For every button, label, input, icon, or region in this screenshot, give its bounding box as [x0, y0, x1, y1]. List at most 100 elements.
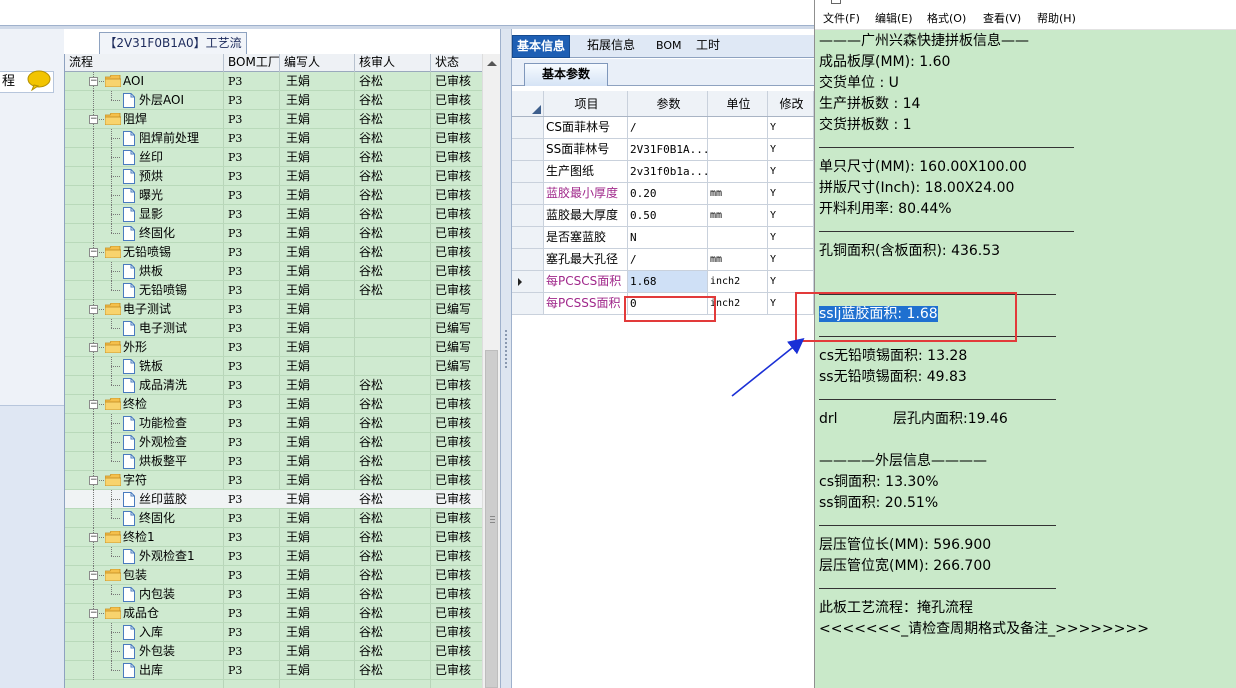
table-row[interactable]: 烘板整平 P3 王娟 谷松 已审核: [65, 452, 483, 471]
tree-cell[interactable]: 外观检查: [65, 433, 223, 452]
reviewer-cell[interactable]: 谷松: [357, 148, 427, 167]
menu-format[interactable]: 格式(O): [927, 11, 966, 27]
status-cell[interactable]: 已审核: [433, 205, 483, 224]
expander-icon[interactable]: −: [89, 305, 98, 314]
row-header-cell[interactable]: [512, 249, 544, 270]
author-cell[interactable]: 王娟: [283, 509, 353, 528]
tree-scrollbar[interactable]: [482, 54, 500, 688]
param-modify-cell[interactable]: Y: [768, 271, 814, 292]
status-cell[interactable]: 已审核: [433, 167, 483, 186]
param-header-modify[interactable]: 修改: [768, 91, 814, 116]
reviewer-cell[interactable]: 谷松: [357, 452, 427, 471]
param-value-cell[interactable]: 2v31f0b1a...: [628, 161, 708, 182]
tree-cell[interactable]: − 无铅喷锡: [65, 243, 223, 262]
row-header-cell[interactable]: [512, 117, 544, 138]
bom-cell[interactable]: P3: [225, 566, 275, 585]
param-item-cell[interactable]: 蓝胶最大厚度: [544, 205, 628, 226]
reviewer-cell[interactable]: 谷松: [357, 281, 427, 300]
tab-basic-info[interactable]: 基本信息: [512, 35, 571, 58]
bom-cell[interactable]: P3: [225, 585, 275, 604]
param-row[interactable]: 每PCSCS面积 1.68 inch2 Y: [512, 271, 814, 293]
status-cell[interactable]: 已审核: [433, 224, 483, 243]
bom-cell[interactable]: P3: [225, 281, 275, 300]
bom-cell[interactable]: P3: [225, 395, 275, 414]
status-cell[interactable]: 已审核: [433, 471, 483, 490]
status-cell[interactable]: 已审核: [433, 452, 483, 471]
param-row[interactable]: SS面菲林号 2V31F0B1A... Y: [512, 139, 814, 161]
tree-cell[interactable]: 铣板: [65, 357, 223, 376]
author-cell[interactable]: 王娟: [283, 490, 353, 509]
tree-cell[interactable]: − 字符: [65, 471, 223, 490]
tree-cell[interactable]: − 外形: [65, 338, 223, 357]
param-header-value[interactable]: 参数: [628, 91, 708, 116]
reviewer-cell[interactable]: 谷松: [357, 528, 427, 547]
expander-icon[interactable]: −: [89, 476, 98, 485]
reviewer-cell[interactable]: 谷松: [357, 262, 427, 281]
chat-bubble-icon[interactable]: [26, 69, 52, 91]
tree-cell[interactable]: 成品清洗: [65, 376, 223, 395]
author-cell[interactable]: 王娟: [283, 300, 353, 319]
reviewer-cell[interactable]: [357, 357, 427, 376]
author-cell[interactable]: 王娟: [283, 72, 353, 91]
tree-cell[interactable]: 烘板整平: [65, 452, 223, 471]
bom-cell[interactable]: P3: [225, 148, 275, 167]
menu-edit[interactable]: 编辑(E): [875, 11, 913, 27]
status-cell[interactable]: 已审核: [433, 110, 483, 129]
param-unit-cell[interactable]: mm: [708, 249, 768, 270]
bom-cell[interactable]: P3: [225, 243, 275, 262]
param-row[interactable]: CS面菲林号 / Y: [512, 117, 814, 139]
author-cell[interactable]: 王娟: [283, 319, 353, 338]
tree-cell[interactable]: 显影: [65, 205, 223, 224]
param-modify-cell[interactable]: Y: [768, 139, 814, 160]
param-modify-cell[interactable]: Y: [768, 117, 814, 138]
table-row[interactable]: − 终检1 P3 王娟 谷松 已审核: [65, 528, 483, 547]
status-cell[interactable]: 已审核: [433, 490, 483, 509]
bom-cell[interactable]: P3: [225, 205, 275, 224]
param-item-cell[interactable]: SS面菲林号: [544, 139, 628, 160]
status-cell[interactable]: 已审核: [433, 623, 483, 642]
status-cell[interactable]: 已审核: [433, 585, 483, 604]
status-cell[interactable]: 已编写: [433, 357, 483, 376]
param-unit-cell[interactable]: [708, 117, 768, 138]
reviewer-cell[interactable]: 谷松: [357, 566, 427, 585]
table-row[interactable]: − 外形 P3 王娟 已编写: [65, 338, 483, 357]
param-modify-cell[interactable]: Y: [768, 205, 814, 226]
bom-cell[interactable]: P3: [225, 452, 275, 471]
bom-cell[interactable]: P3: [225, 129, 275, 148]
table-row[interactable]: 电子测试 P3 王娟 已编写: [65, 319, 483, 338]
table-row[interactable]: 外观检查1 P3 王娟 谷松 已审核: [65, 547, 483, 566]
table-row[interactable]: − AOI P3 王娟 谷松 已审核: [65, 72, 483, 91]
bom-cell[interactable]: P3: [225, 509, 275, 528]
row-header-cell[interactable]: [512, 139, 544, 160]
param-value-cell[interactable]: /: [628, 249, 708, 270]
table-row[interactable]: 铣板 P3 王娟 已编写: [65, 357, 483, 376]
bom-cell[interactable]: P3: [225, 262, 275, 281]
table-row[interactable]: 功能检查 P3 王娟 谷松 已审核: [65, 414, 483, 433]
expander-icon[interactable]: −: [89, 609, 98, 618]
status-cell[interactable]: 已审核: [433, 604, 483, 623]
table-row[interactable]: 出库 P3 王娟 谷松 已审核: [65, 661, 483, 680]
row-header-cell[interactable]: [512, 293, 544, 314]
tree-cell[interactable]: 入库: [65, 623, 223, 642]
param-header-unit[interactable]: 单位: [708, 91, 768, 116]
row-header-cell[interactable]: [512, 205, 544, 226]
status-cell[interactable]: 已审核: [433, 433, 483, 452]
bom-cell[interactable]: P3: [225, 623, 275, 642]
author-cell[interactable]: 王娟: [283, 205, 353, 224]
author-cell[interactable]: 王娟: [283, 357, 353, 376]
status-cell[interactable]: 已审核: [433, 661, 483, 680]
param-unit-cell[interactable]: mm: [708, 183, 768, 204]
reviewer-cell[interactable]: 谷松: [357, 224, 427, 243]
col-header-reviewer[interactable]: 核审人: [355, 54, 431, 72]
table-row[interactable]: 阻焊前处理 P3 王娟 谷松 已审核: [65, 129, 483, 148]
status-cell[interactable]: 已审核: [433, 148, 483, 167]
expander-icon[interactable]: −: [89, 533, 98, 542]
table-row[interactable]: 显影 P3 王娟 谷松 已审核: [65, 205, 483, 224]
table-row[interactable]: − 电子测试 P3 王娟 已编写: [65, 300, 483, 319]
param-unit-cell[interactable]: [708, 139, 768, 160]
reviewer-cell[interactable]: 谷松: [357, 623, 427, 642]
author-cell[interactable]: 王娟: [283, 110, 353, 129]
author-cell[interactable]: 王娟: [283, 129, 353, 148]
bom-cell[interactable]: P3: [225, 414, 275, 433]
param-item-cell[interactable]: 每PCSCS面积: [544, 271, 628, 292]
